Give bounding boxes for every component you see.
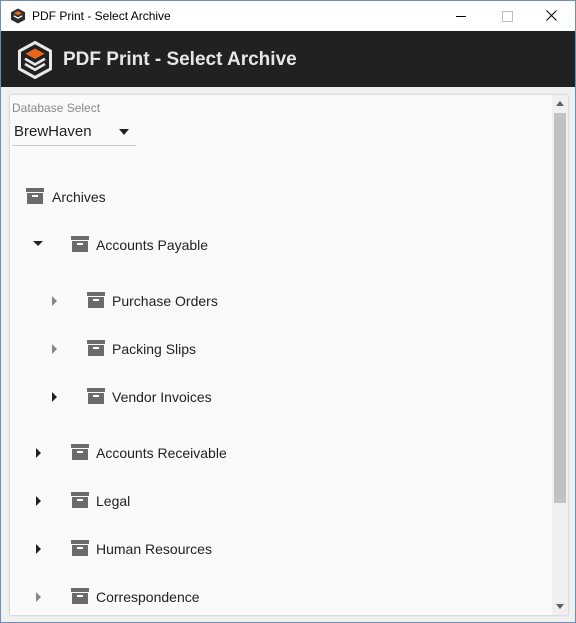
- chevron-right-icon: [52, 392, 57, 402]
- tree-node-label: Legal: [96, 493, 131, 509]
- app-window: PDF Print - Select Archive PDF Print - S…: [0, 0, 576, 623]
- archive-icon: [71, 492, 89, 508]
- content-area: Database Select BrewHaven Archives Accou…: [1, 87, 575, 622]
- archive-icon: [71, 588, 89, 604]
- app-title: PDF Print - Select Archive: [63, 49, 297, 70]
- title-bar[interactable]: PDF Print - Select Archive: [1, 1, 575, 31]
- tree-node-label: Archives: [52, 189, 106, 205]
- expander-toggle[interactable]: [52, 392, 62, 402]
- window-title: PDF Print - Select Archive: [32, 9, 171, 23]
- minimize-icon: [456, 16, 466, 17]
- tree-node-label: Accounts Payable: [96, 237, 209, 253]
- archive-icon: [87, 292, 105, 308]
- tree-node-label: Correspondence: [96, 589, 200, 605]
- tree-node-human-resources[interactable]: Human Resources: [30, 537, 270, 561]
- maximize-button[interactable]: [484, 1, 530, 31]
- close-button[interactable]: [529, 1, 575, 31]
- app-icon: [11, 8, 25, 24]
- archive-box-logo-icon: [18, 41, 52, 79]
- tree-node-label: Purchase Orders: [112, 293, 218, 309]
- scroll-up-arrow-icon[interactable]: [556, 101, 564, 106]
- database-select-dropdown[interactable]: BrewHaven: [12, 117, 136, 146]
- chevron-right-icon: [36, 448, 41, 458]
- tree-node-legal[interactable]: Legal: [30, 489, 230, 513]
- maximize-icon: [502, 11, 513, 22]
- vertical-scrollbar[interactable]: [552, 95, 568, 615]
- expander-toggle[interactable]: [36, 592, 46, 602]
- dropdown-caret-icon: [119, 129, 129, 135]
- expander-toggle[interactable]: [36, 544, 46, 554]
- tree-node-archives[interactable]: Archives: [24, 185, 224, 209]
- tree-node-packing-slips[interactable]: Packing Slips: [46, 337, 286, 361]
- archive-icon: [87, 388, 105, 404]
- database-select-value: BrewHaven: [14, 123, 92, 140]
- scrollbar-thumb[interactable]: [554, 113, 566, 503]
- minimize-button[interactable]: [438, 1, 484, 31]
- chevron-right-icon: [36, 496, 41, 506]
- tree-node-correspondence[interactable]: Correspondence: [30, 585, 270, 609]
- tree-node-vendor-invoices[interactable]: Vendor Invoices: [46, 385, 286, 409]
- archive-icon: [71, 236, 89, 252]
- tree-node-purchase-orders[interactable]: Purchase Orders: [46, 289, 286, 313]
- archive-panel: Database Select BrewHaven Archives Accou…: [10, 95, 568, 615]
- tree-node-label: Accounts Receivable: [96, 445, 227, 461]
- expander-toggle[interactable]: [36, 496, 46, 506]
- tree-node-accounts-receivable[interactable]: Accounts Receivable: [30, 441, 290, 465]
- expander-toggle[interactable]: [52, 296, 62, 306]
- archive-icon: [26, 188, 44, 204]
- chevron-right-icon: [36, 544, 41, 554]
- expander-toggle[interactable]: [36, 448, 46, 458]
- archive-icon: [71, 444, 89, 460]
- app-header: PDF Print - Select Archive: [1, 31, 575, 87]
- close-icon: [546, 10, 557, 21]
- scroll-down-arrow-icon[interactable]: [556, 604, 564, 609]
- archive-icon: [87, 340, 105, 356]
- chevron-right-icon: [36, 592, 41, 602]
- chevron-right-icon: [52, 344, 57, 354]
- tree-node-accounts-payable[interactable]: Accounts Payable: [30, 233, 270, 257]
- expander-toggle[interactable]: [33, 241, 43, 251]
- tree-node-label: Vendor Invoices: [112, 389, 212, 405]
- archive-icon: [71, 540, 89, 556]
- expander-toggle[interactable]: [52, 344, 62, 354]
- tree-node-label: Packing Slips: [112, 341, 197, 357]
- chevron-right-icon: [52, 296, 57, 306]
- chevron-down-icon: [33, 241, 43, 246]
- database-select-label: Database Select: [12, 101, 101, 115]
- tree-node-label: Human Resources: [96, 541, 212, 557]
